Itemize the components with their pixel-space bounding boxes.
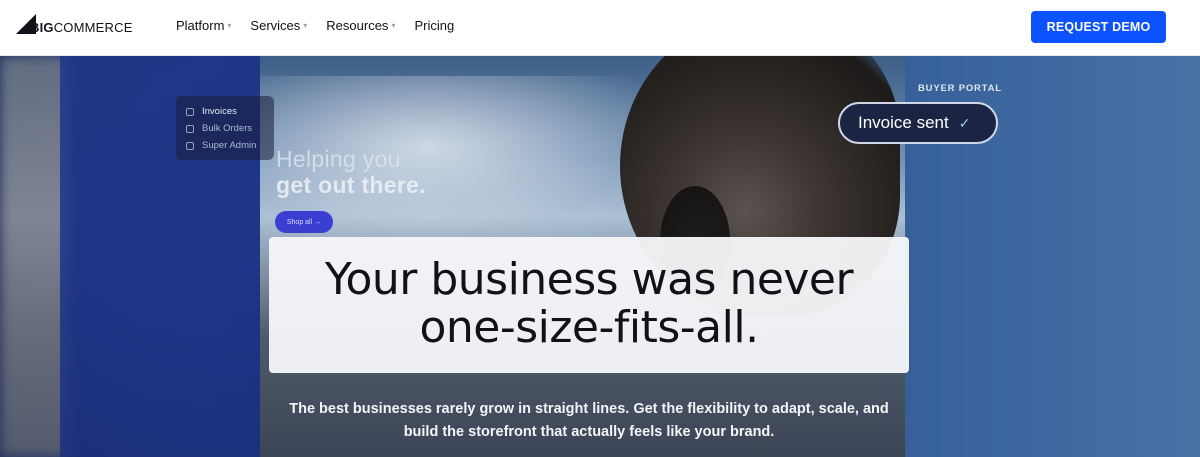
menu-item-platform[interactable]: Platform ▾ [176,18,231,33]
logo-big-text: BIG [30,20,54,35]
check-icon: ✓ [958,114,971,131]
storefront-heading-line2: get out there. [276,172,426,198]
request-demo-button[interactable]: REQUEST DEMO [1031,11,1166,43]
portal-sidebar-item-invoices: Invoices [186,106,237,117]
storefront-preview-heading: Helping you get out there. [276,146,426,198]
portal-sidebar-item-bulk-orders: Bulk Orders [186,123,252,134]
menu-item-pricing[interactable]: Pricing [414,18,454,33]
hero-subheadline-line1: The best businesses rarely grow in strai… [289,401,889,417]
chevron-down-icon: ▾ [303,21,308,30]
chevron-down-icon: ▾ [227,21,232,30]
portal-sidebar-label: Bulk Orders [202,123,253,134]
chevron-down-icon: ▾ [391,21,396,30]
invoice-status-text: Invoice sent [858,113,949,132]
user-icon [186,141,194,150]
buyer-portal-label: BUYER PORTAL [918,83,1002,94]
list-icon [186,124,194,133]
hero-subheadline: The best businesses rarely grow in strai… [269,398,909,444]
document-icon [186,107,194,116]
portal-sidebar-item-super-admin: Super Admin [186,140,256,151]
logo-commerce-text: COMMERCE [53,20,133,35]
menu-item-label: Resources [326,18,389,33]
bigcommerce-logo[interactable]: BIGCOMMERCE [16,14,132,36]
portal-sidebar-label: Invoices [202,106,237,117]
menu-item-label: Platform [176,18,225,33]
menu-item-label: Services [250,18,301,33]
hero-headline: Your business was never one-size-fits-al… [269,256,909,352]
logo-wordmark: BIGCOMMERCE [30,20,133,35]
portal-sidebar-label: Super Admin [202,140,257,151]
top-navigation: BIGCOMMERCE Platform ▾ Services ▾ Resource… [0,0,1200,56]
hero-headline-line1: Your business was never [324,254,854,305]
hero-subheadline-line2: build the storefront that actually feels… [403,424,775,440]
hero-headline-line2: one-size-fits-all. [419,302,759,353]
invoice-sent-badge: Invoice sent ✓ [838,102,998,144]
menu-item-label: Pricing [414,18,455,33]
menu-item-resources[interactable]: Resources ▾ [326,18,395,33]
storefront-shop-button: Shop all → [275,211,333,233]
storefront-heading-line1: Helping you [276,146,401,172]
main-menu: Platform ▾ Services ▾ Resources ▾ Pricing [176,18,473,33]
menu-item-services[interactable]: Services ▾ [250,18,307,33]
hero-section: Invoices Bulk Orders Super Admin Helping… [0,56,1200,457]
